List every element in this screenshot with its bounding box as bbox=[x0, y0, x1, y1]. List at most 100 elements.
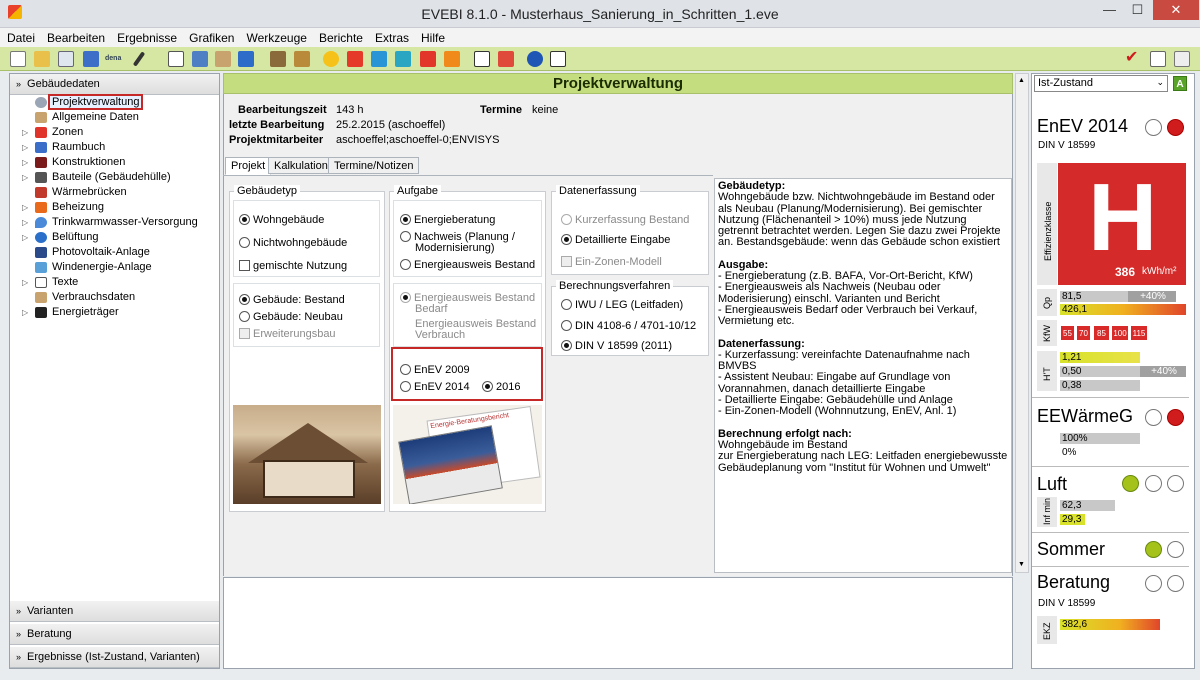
efficiency-class-box: H 386 kWh/m² bbox=[1058, 163, 1186, 285]
tree-item-texte[interactable]: ▷ Texte bbox=[10, 275, 219, 290]
expand-icon[interactable]: ▷ bbox=[22, 200, 28, 215]
euro-icon[interactable] bbox=[444, 51, 460, 67]
electric-icon[interactable] bbox=[420, 51, 436, 67]
section-beratung[interactable]: » Beratung bbox=[10, 624, 219, 645]
pattern-icon[interactable] bbox=[395, 51, 411, 67]
checkbox-icon bbox=[239, 260, 250, 271]
tree-item-photovoltaik[interactable]: Photovoltaik-Anlage bbox=[10, 245, 219, 260]
window-icon[interactable] bbox=[347, 51, 363, 67]
tree-item-waermebruecken[interactable]: Wärmebrücken bbox=[10, 185, 219, 200]
menu-werkzeuge[interactable]: Werkzeuge bbox=[239, 28, 311, 45]
maximize-button[interactable]: ☐ bbox=[1124, 0, 1151, 20]
radio-ausweis-bedarf[interactable]: Energieausweis Bestand Bedarf bbox=[400, 292, 540, 315]
tree-item-verbrauchsdaten[interactable]: Verbrauchsdaten bbox=[10, 290, 219, 305]
select-value: Ist-Zustand bbox=[1038, 77, 1094, 89]
radio-gebaeude-bestand[interactable]: Gebäude: Bestand bbox=[239, 294, 345, 306]
export-arrow-icon[interactable] bbox=[83, 51, 99, 67]
tree-item-energietraeger[interactable]: ▷ Energieträger bbox=[10, 305, 219, 320]
radio-wohngebaeude[interactable]: Wohngebäude bbox=[239, 214, 324, 226]
radio-detaillierte-eingabe[interactable]: Detaillierte Eingabe bbox=[561, 234, 670, 246]
radio-nichtwohngebaeude[interactable]: Nichtwohngebäude bbox=[239, 237, 347, 249]
expand-icon[interactable]: ▷ bbox=[22, 170, 28, 185]
edit-doc-icon[interactable] bbox=[215, 51, 231, 67]
expand-icon[interactable]: ▷ bbox=[22, 275, 28, 290]
wand-icon[interactable] bbox=[132, 51, 146, 67]
variant-select[interactable]: Ist-Zustand ⌄ bbox=[1034, 75, 1168, 92]
radio-nachweis[interactable]: Nachweis (Planung / Modernisierung) bbox=[400, 231, 540, 254]
rating-badge[interactable]: A bbox=[1173, 76, 1187, 91]
tab-projekt[interactable]: Projekt bbox=[225, 157, 272, 175]
tree-label: Photovoltaik-Anlage bbox=[52, 246, 150, 258]
chart-report-icon[interactable] bbox=[498, 51, 514, 67]
radio-enev-2014[interactable]: EnEV 2014 bbox=[400, 381, 470, 393]
section-varianten[interactable]: » Varianten bbox=[10, 601, 219, 622]
menu-extras[interactable]: Extras bbox=[368, 28, 414, 45]
checkmark-icon[interactable]: ✔ bbox=[1125, 50, 1141, 67]
menu-hilfe[interactable]: Hilfe bbox=[414, 28, 450, 45]
radio-ausweis-verbrauch[interactable]: Energieausweis Bestand Verbrauch bbox=[400, 319, 540, 341]
checkbox-erweiterungsbau[interactable]: Erweiterungsbau bbox=[239, 328, 336, 340]
option-label: Detaillierte Eingabe bbox=[575, 234, 671, 246]
menu-bearbeiten[interactable]: Bearbeiten bbox=[40, 28, 110, 45]
luft-title: Luft bbox=[1037, 474, 1068, 494]
close-button[interactable]: ✕ bbox=[1153, 0, 1199, 20]
expand-icon[interactable]: ▷ bbox=[22, 230, 28, 245]
tree-item-konstruktionen[interactable]: ▷ Konstruktionen bbox=[10, 155, 219, 170]
radio-din-18599[interactable]: DIN V 18599 (2011) bbox=[561, 340, 672, 352]
radio-energieausweis-bestand[interactable]: Energieausweis Bestand bbox=[400, 259, 535, 271]
snowflake-icon[interactable] bbox=[371, 51, 387, 67]
pointer-help-icon[interactable] bbox=[550, 51, 566, 67]
checkbox-ein-zonen-modell[interactable]: Ein-Zonen-Modell bbox=[561, 256, 662, 268]
radio-energieberatung[interactable]: Energieberatung bbox=[400, 214, 495, 226]
new-file-icon[interactable] bbox=[10, 51, 26, 67]
tree-item-trinkwarmwasser[interactable]: ▷ Trinkwarmwasser-Versorgung bbox=[10, 215, 219, 230]
open-folder-icon[interactable] bbox=[34, 51, 50, 67]
radio-kurzerfassung[interactable]: Kurzerfassung Bestand bbox=[561, 214, 689, 226]
tree-item-projektverwaltung[interactable]: Projektverwaltung bbox=[10, 94, 219, 110]
radio-gebaeude-neubau[interactable]: Gebäude: Neubau bbox=[239, 311, 343, 323]
forward-icon[interactable] bbox=[238, 51, 254, 67]
expand-icon[interactable]: ▷ bbox=[22, 155, 28, 170]
radio-din-4108[interactable]: DIN 4108-6 / 4701-10/12 bbox=[561, 320, 696, 332]
align-icon[interactable] bbox=[1150, 51, 1166, 67]
tree-item-zonen[interactable]: ▷ Zonen bbox=[10, 125, 219, 140]
menu-berichte[interactable]: Berichte bbox=[312, 28, 368, 45]
radio-enev-2009[interactable]: EnEV 2009 bbox=[400, 364, 470, 376]
section-ergebnisse[interactable]: » Ergebnisse (Ist-Zustand, Varianten) bbox=[10, 647, 219, 668]
tree-item-windenergie[interactable]: Windenergie-Anlage bbox=[10, 260, 219, 275]
radio-2016[interactable]: 2016 bbox=[482, 381, 520, 393]
tree-structure-icon[interactable] bbox=[270, 51, 286, 67]
expand-icon[interactable]: ▷ bbox=[22, 305, 28, 320]
help-icon[interactable] bbox=[527, 51, 543, 67]
report-icon[interactable] bbox=[474, 51, 490, 67]
scrollbar[interactable]: ▲ ▼ bbox=[1015, 73, 1029, 573]
scroll-up-icon[interactable]: ▲ bbox=[1018, 77, 1025, 84]
document-icon[interactable] bbox=[168, 51, 184, 67]
ruler-icon[interactable] bbox=[294, 51, 310, 67]
tree-item-bauteile[interactable]: ▷ Bauteile (Gebäudehülle) bbox=[10, 170, 219, 185]
tree-item-beheizung[interactable]: ▷ Beheizung bbox=[10, 200, 219, 215]
minimize-button[interactable]: — bbox=[1096, 0, 1123, 20]
dena-icon[interactable]: dena bbox=[105, 51, 125, 67]
tree-item-raumbuch[interactable]: ▷ Raumbuch bbox=[10, 140, 219, 155]
section-gebaeudedaten[interactable]: » Gebäudedaten bbox=[10, 74, 219, 95]
tab-kalkulation[interactable]: Kalkulation bbox=[268, 157, 334, 174]
tree-item-allgemeine-daten[interactable]: Allgemeine Daten bbox=[10, 110, 219, 125]
copy-icon[interactable] bbox=[58, 51, 74, 67]
form-icon[interactable] bbox=[192, 51, 208, 67]
tree-item-belueftung[interactable]: ▷ Belüftung bbox=[10, 230, 219, 245]
checkbox-gemischte-nutzung[interactable]: gemischte Nutzung bbox=[239, 260, 347, 272]
menu-ergebnisse[interactable]: Ergebnisse bbox=[110, 28, 182, 45]
scroll-down-icon[interactable]: ▼ bbox=[1018, 561, 1025, 568]
radio-iwu-leg[interactable]: IWU / LEG (Leitfaden) bbox=[561, 299, 683, 311]
expand-icon[interactable]: ▷ bbox=[22, 215, 28, 230]
notes-area[interactable] bbox=[223, 577, 1013, 669]
menu-datei[interactable]: Datei bbox=[0, 28, 40, 45]
tree-label: Windenergie-Anlage bbox=[52, 261, 152, 273]
settings-arrow-icon[interactable] bbox=[1174, 51, 1190, 67]
expand-icon[interactable]: ▷ bbox=[22, 140, 28, 155]
expand-icon[interactable]: ▷ bbox=[22, 125, 28, 140]
menu-grafiken[interactable]: Grafiken bbox=[182, 28, 239, 45]
sun-icon[interactable] bbox=[323, 51, 339, 67]
tab-termine-notizen[interactable]: Termine/Notizen bbox=[328, 157, 420, 174]
